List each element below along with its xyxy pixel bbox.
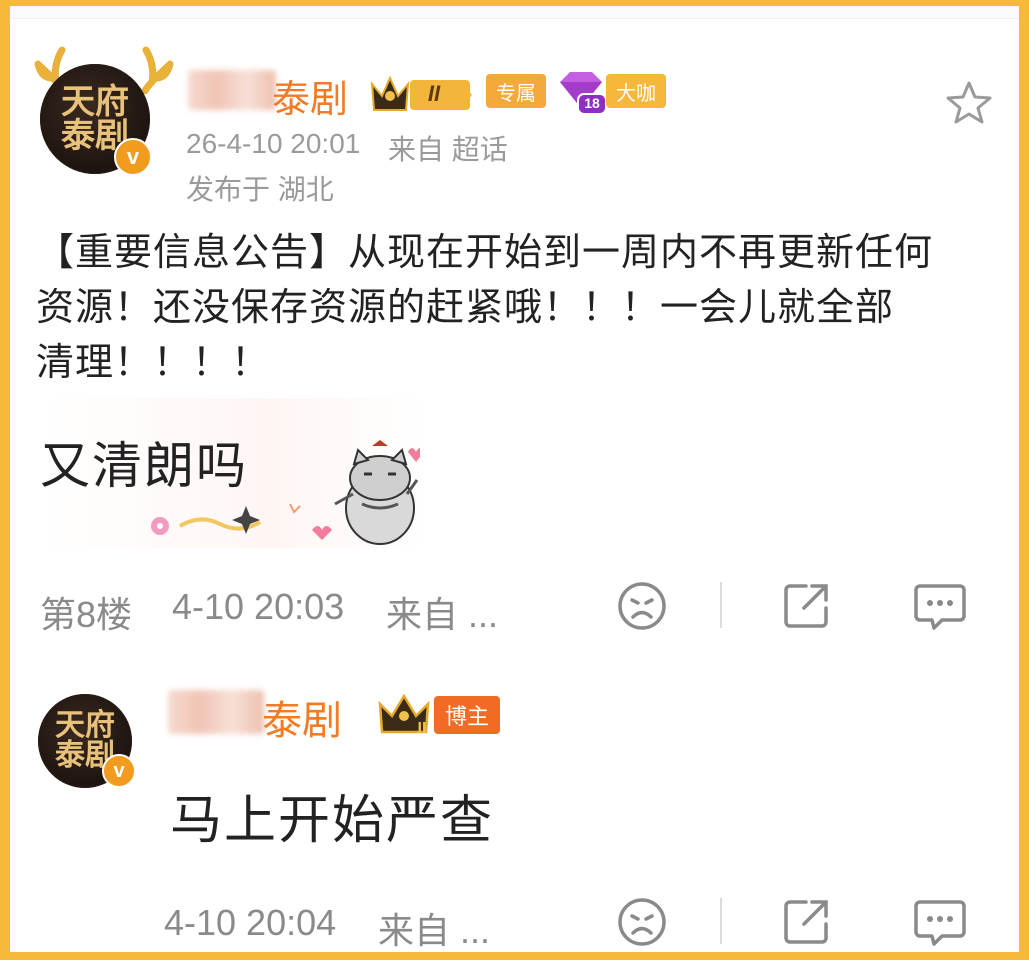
weibo-screenshot-frame: 天府 泰剧 v 泰剧 II 专属 18 大咖 26-4-10 20:01 来自 … (10, 6, 1019, 952)
action-divider (720, 582, 722, 628)
reply-source[interactable]: 来自 ... (378, 902, 490, 952)
share-icon[interactable] (780, 580, 832, 632)
gem-level-number: 18 (584, 95, 600, 111)
avatar-text-line-1: 天府 (61, 82, 129, 122)
level-badge-text: II (427, 81, 441, 106)
post-time: 26-4-10 20:01 (186, 128, 361, 159)
verified-badge-icon: v (114, 138, 152, 176)
reply-sad-face-icon[interactable] (616, 896, 668, 948)
post-author-name[interactable]: 泰剧 (272, 68, 348, 123)
reply-avatar-text-line-1: 天府 (55, 708, 115, 743)
bigshot-tag: 大咖 (606, 74, 666, 108)
comment-floor: 第8楼 (40, 594, 133, 635)
post-text-line-3: 清理！！！！ (36, 342, 271, 384)
reply-action-divider (720, 898, 722, 944)
favorite-star-icon[interactable] (946, 80, 992, 124)
sad-face-icon[interactable] (616, 580, 668, 632)
reply-time: 4-10 20:04 (164, 902, 337, 943)
post-source[interactable]: 来自 超话 (388, 128, 508, 168)
reply-share-icon[interactable] (780, 896, 832, 948)
post-content: 【重要信息公告】从现在开始到一周内不再更新任何 资源！还没保存资源的赶紧哦！！！… (36, 226, 1006, 391)
reply-comment-icon[interactable] (912, 896, 968, 950)
reply-verified-badge-icon: v (102, 754, 136, 788)
reply-text: 马上开始严查 (170, 792, 495, 850)
exclusive-tag: 专属 (486, 74, 546, 108)
blurred-username (188, 70, 276, 110)
top-edge (10, 6, 1019, 19)
reply-level-badge-text: II (417, 720, 427, 737)
post-text-line-2: 资源！还没保存资源的赶紧哦！！！一会儿就全部 (36, 287, 895, 329)
reply-blurred-username (168, 690, 264, 734)
reply-author-name[interactable]: 泰剧 (262, 688, 342, 746)
comment-icon[interactable] (912, 580, 968, 634)
cat-sticker-icon (151, 440, 420, 545)
comment-source[interactable]: 来自 ... (386, 586, 498, 638)
comment-time: 4-10 20:03 (172, 586, 345, 627)
post-location: 发布于 湖北 (186, 174, 334, 205)
host-tag: 博主 (434, 696, 500, 734)
post-text-line-1: 【重要信息公告】从现在开始到一周内不再更新任何 (36, 232, 934, 274)
